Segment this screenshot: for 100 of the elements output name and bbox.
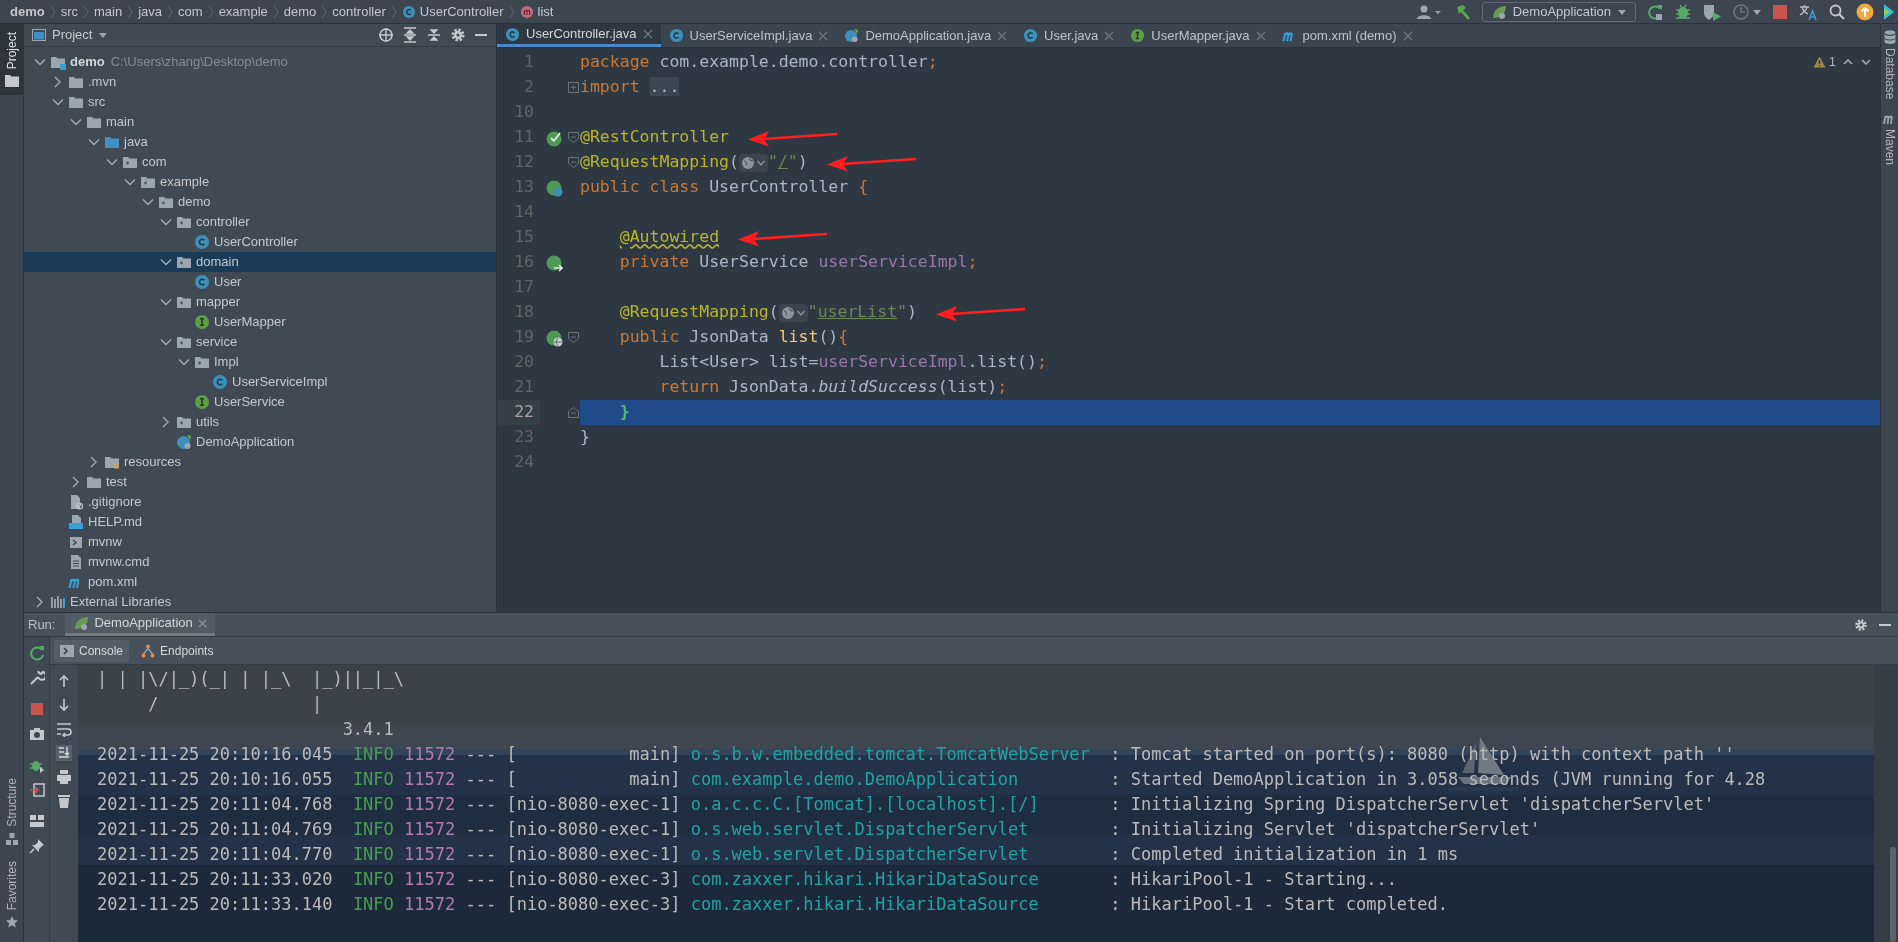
tree-item[interactable]: resources xyxy=(24,452,496,472)
close-icon[interactable] xyxy=(642,29,653,39)
breadcrumb-item[interactable]: controller xyxy=(332,1,386,22)
tree-item[interactable]: Impl xyxy=(24,352,496,372)
console-tab[interactable]: Endpoints xyxy=(135,639,220,662)
tree-item[interactable]: User xyxy=(24,272,496,292)
close-icon[interactable] xyxy=(997,30,1008,41)
translate-icon[interactable] xyxy=(1798,2,1818,21)
tree-item[interactable]: main xyxy=(24,112,496,132)
tree-item[interactable]: HELP.md xyxy=(24,512,496,532)
trash-icon[interactable] xyxy=(56,793,72,809)
breadcrumb-item[interactable]: java xyxy=(138,1,163,22)
layout-icon[interactable] xyxy=(28,813,45,829)
camera-icon[interactable] xyxy=(28,726,45,742)
login-icon[interactable] xyxy=(28,782,45,798)
globe-icon xyxy=(740,155,755,170)
plugin-logo-icon[interactable] xyxy=(1884,2,1894,21)
search-icon[interactable] xyxy=(1828,2,1846,21)
breadcrumb-item[interactable]: demo xyxy=(10,1,45,22)
tree-item[interactable]: controller xyxy=(24,212,496,232)
tree-item[interactable]: mapper xyxy=(24,292,496,312)
tool-window-tab[interactable]: Structure xyxy=(0,769,23,853)
settings-icon[interactable] xyxy=(1854,617,1868,632)
tree-item[interactable]: com xyxy=(24,152,496,172)
tree-item[interactable]: mvnw.cmd xyxy=(24,552,496,572)
code-text: import ... xyxy=(580,76,680,99)
editor-tab[interactable]: pom.xml (demo) xyxy=(1273,24,1421,47)
tree-item[interactable]: UserController xyxy=(24,232,496,252)
project-view-dropdown[interactable]: Project xyxy=(32,25,109,45)
tree-item[interactable]: mvnw xyxy=(24,532,496,552)
coverage-icon[interactable] xyxy=(1702,2,1722,21)
tree-item[interactable]: demo C:\Users\zhang\Desktop\demo xyxy=(24,52,496,72)
editor-tab[interactable]: DemoApplication.java xyxy=(836,24,1016,47)
breadcrumb-item[interactable]: com xyxy=(178,1,203,22)
fold-marker-icon[interactable] xyxy=(567,406,580,419)
print-icon[interactable] xyxy=(56,769,72,785)
soft-wrap-icon[interactable] xyxy=(56,721,72,737)
scrollbar[interactable] xyxy=(1890,847,1896,942)
fold-marker-icon[interactable] xyxy=(567,156,580,169)
editor-tab[interactable]: User.java xyxy=(1015,24,1123,47)
bean-globe-icon[interactable] xyxy=(544,328,563,347)
tree-item[interactable]: service xyxy=(24,332,496,352)
tree-item[interactable]: .gitignore xyxy=(24,492,496,512)
arrow-down-icon[interactable] xyxy=(56,697,72,713)
inlay-hint[interactable] xyxy=(778,303,808,322)
tree-item[interactable]: UserMapper xyxy=(24,312,496,332)
close-icon[interactable] xyxy=(1255,30,1266,41)
fold-marker-icon[interactable] xyxy=(567,131,580,144)
breadcrumb-item[interactable]: demo xyxy=(283,1,317,22)
tree-item[interactable]: utils xyxy=(24,412,496,432)
module-folder-icon xyxy=(50,54,66,70)
close-icon[interactable] xyxy=(197,618,207,628)
tree-item[interactable]: DemoApplication xyxy=(24,432,496,452)
tree-item[interactable]: External Libraries xyxy=(24,592,496,612)
expand-all-icon[interactable] xyxy=(402,27,418,43)
rerun-icon[interactable] xyxy=(1646,2,1664,21)
fold-marker-icon[interactable] xyxy=(567,81,580,94)
close-icon[interactable] xyxy=(1402,30,1413,41)
run-configuration-dropdown[interactable]: DemoApplication xyxy=(1481,1,1636,22)
tree-item[interactable]: java xyxy=(24,132,496,152)
tool-window-tab[interactable]: Favorites xyxy=(0,852,23,936)
stop-icon[interactable] xyxy=(28,701,45,717)
tree-item[interactable]: .mvn xyxy=(24,72,496,92)
tree-item[interactable]: example xyxy=(24,172,496,192)
warning-indicator[interactable]: 1 xyxy=(1812,52,1836,72)
close-icon[interactable] xyxy=(1104,30,1115,41)
settings-icon[interactable] xyxy=(450,27,466,43)
console-tab[interactable]: Console xyxy=(54,639,130,662)
breadcrumb-item[interactable]: src xyxy=(60,1,78,22)
breadcrumb-item[interactable]: example xyxy=(218,1,268,22)
editor-tab[interactable]: UserController.java xyxy=(497,24,661,47)
editor-tab[interactable]: UserMapper.java xyxy=(1122,24,1274,47)
locate-icon[interactable] xyxy=(378,27,394,43)
bug-icon[interactable] xyxy=(1674,2,1692,21)
tree-item[interactable]: demo xyxy=(24,192,496,212)
tree-item[interactable]: pom.xml xyxy=(24,572,496,592)
tree-item[interactable]: UserService xyxy=(24,392,496,412)
pin-icon[interactable] xyxy=(28,838,45,854)
collapse-all-icon[interactable] xyxy=(426,27,442,43)
tree-item[interactable]: test xyxy=(24,472,496,492)
tree-item[interactable]: domain xyxy=(24,252,496,272)
fold-marker-icon[interactable] xyxy=(567,331,580,344)
tool-window-tab[interactable]: Database xyxy=(1881,30,1898,100)
rerun-icon[interactable] xyxy=(28,645,45,661)
breadcrumb-item[interactable]: UserController xyxy=(419,1,504,22)
bean-class-icon[interactable] xyxy=(544,178,563,197)
tool-window-tab[interactable]: Maven xyxy=(1881,113,1898,166)
close-icon[interactable] xyxy=(818,30,829,41)
profiler-icon[interactable] xyxy=(1732,2,1762,21)
tree-item[interactable]: src xyxy=(24,92,496,112)
run-tab[interactable]: DemoApplication xyxy=(65,613,215,636)
update-icon[interactable] xyxy=(1856,2,1874,21)
tool-window-tab[interactable]: Project xyxy=(0,24,23,96)
breadcrumb-item[interactable]: list xyxy=(537,1,554,22)
breadcrumb-item[interactable]: main xyxy=(94,1,123,22)
stop-icon[interactable] xyxy=(1772,3,1788,20)
inlay-hint[interactable] xyxy=(738,153,768,172)
tree-item[interactable]: UserServiceImpl xyxy=(24,372,496,392)
editor-tab[interactable]: UserServiceImpl.java xyxy=(660,24,837,47)
scroll-to-end-icon[interactable] xyxy=(56,745,72,761)
